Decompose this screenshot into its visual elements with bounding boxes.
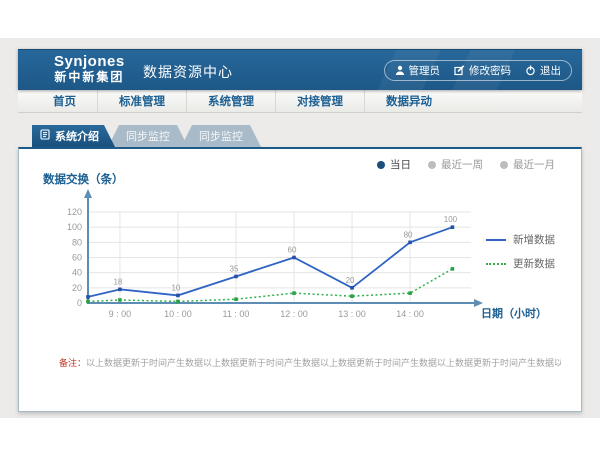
page-title: 数据资源中心: [143, 62, 233, 82]
radio-dot: [428, 161, 436, 169]
svg-text:120: 120: [67, 207, 82, 217]
svg-text:14 : 00: 14 : 00: [396, 309, 424, 319]
tab-sync-monitor-1[interactable]: 同步监控: [108, 125, 188, 147]
legend-entry-updated-data: 更新数据: [486, 256, 555, 271]
svg-text:18: 18: [113, 277, 122, 286]
logout-label: 退出: [540, 63, 561, 78]
legend-line-solid-icon: [486, 239, 506, 241]
time-range-filter: 当日 最近一周 最近一月: [377, 157, 555, 172]
svg-text:60: 60: [288, 246, 297, 255]
page: Synjones 新中新集团 数据资源中心 管理员 修改密码: [0, 0, 600, 450]
svg-text:13 : 00: 13 : 00: [338, 309, 366, 319]
legend-label: 更新数据: [513, 256, 555, 271]
tab-sync-monitor-2[interactable]: 同步监控: [181, 125, 261, 147]
svg-text:20: 20: [72, 283, 82, 293]
line-chart-svg: 0 20 40 60 80 100 120 9 : 00 10 : 00 11 : 00 12 : …: [29, 185, 489, 327]
svg-text:80: 80: [72, 237, 82, 247]
logout-button[interactable]: 退出: [525, 63, 561, 78]
radio-dot: [500, 161, 508, 169]
footnote-text: 以上数据更新于时间产生数据以上数据更新于时间产生数据以上数据更新于时间产生数据以…: [86, 358, 561, 368]
svg-text:100: 100: [67, 222, 82, 232]
svg-text:9 : 00: 9 : 00: [109, 309, 132, 319]
chart-legend: 新增数据 更新数据: [486, 232, 555, 271]
current-user-button[interactable]: 管理员: [395, 63, 441, 78]
legend-line-dotted-icon: [486, 263, 506, 265]
edit-icon: [454, 65, 465, 76]
document-icon: [40, 129, 50, 143]
footnote: 备注：以上数据更新于时间产生数据以上数据更新于时间产生数据以上数据更新于时间产生…: [59, 356, 561, 369]
nav-item-home[interactable]: 首页: [32, 90, 98, 112]
tab-label: 同步监控: [126, 128, 170, 144]
brand-logo-text: Synjones: [54, 54, 125, 71]
tab-system-intro[interactable]: 系统介绍: [32, 125, 115, 147]
tab-label: 系统介绍: [55, 128, 99, 144]
nav-item-standard-mgmt[interactable]: 标准管理: [98, 90, 187, 112]
radio-last-month[interactable]: 最近一月: [500, 157, 555, 172]
brand-logo: Synjones 新中新集团: [54, 54, 125, 84]
svg-text:35: 35: [230, 264, 239, 273]
tab-label: 同步监控: [199, 128, 243, 144]
current-user-label: 管理员: [409, 63, 441, 78]
svg-text:80: 80: [404, 230, 413, 239]
svg-text:100: 100: [444, 215, 458, 224]
radio-label: 最近一月: [513, 157, 555, 172]
content-panel: 当日 最近一周 最近一月 数据交换（条） 0204060801001209 : …: [18, 147, 582, 412]
x-axis-title: 日期（小时）: [481, 305, 547, 321]
power-icon: [525, 65, 536, 76]
nav-item-system-mgmt[interactable]: 系统管理: [187, 90, 276, 112]
user-actions-pill: 管理员 修改密码 退出: [384, 60, 573, 81]
svg-text:10: 10: [171, 283, 180, 292]
svg-text:12 : 00: 12 : 00: [280, 309, 308, 319]
main-nav: 首页 标准管理 系统管理 对接管理 数据异动: [18, 90, 582, 113]
footnote-prefix: 备注：: [59, 358, 86, 368]
change-password-label: 修改密码: [469, 63, 511, 78]
legend-entry-new-data: 新增数据: [486, 232, 555, 247]
radio-last-week[interactable]: 最近一周: [428, 157, 483, 172]
nav-item-data-change[interactable]: 数据异动: [365, 90, 453, 112]
tab-bar: 系统介绍 同步监控 同步监控: [18, 125, 582, 147]
app-header: Synjones 新中新集团 数据资源中心 管理员 修改密码: [18, 49, 582, 90]
radio-dot: [377, 161, 385, 169]
app-window: Synjones 新中新集团 数据资源中心 管理员 修改密码: [18, 49, 582, 113]
radio-label: 最近一周: [441, 157, 483, 172]
svg-text:0: 0: [77, 298, 82, 308]
user-icon: [395, 65, 405, 76]
nav-item-integration-mgmt[interactable]: 对接管理: [276, 90, 365, 112]
radio-label: 当日: [390, 157, 411, 172]
legend-label: 新增数据: [513, 232, 555, 247]
svg-text:60: 60: [72, 253, 82, 263]
brand-logo-subtext: 新中新集团: [54, 71, 125, 84]
radio-today[interactable]: 当日: [377, 157, 411, 172]
svg-text:10 : 00: 10 : 00: [164, 309, 192, 319]
change-password-button[interactable]: 修改密码: [454, 63, 511, 78]
svg-text:20: 20: [346, 276, 355, 285]
svg-text:11 : 00: 11 : 00: [223, 309, 250, 319]
svg-text:40: 40: [72, 268, 82, 278]
